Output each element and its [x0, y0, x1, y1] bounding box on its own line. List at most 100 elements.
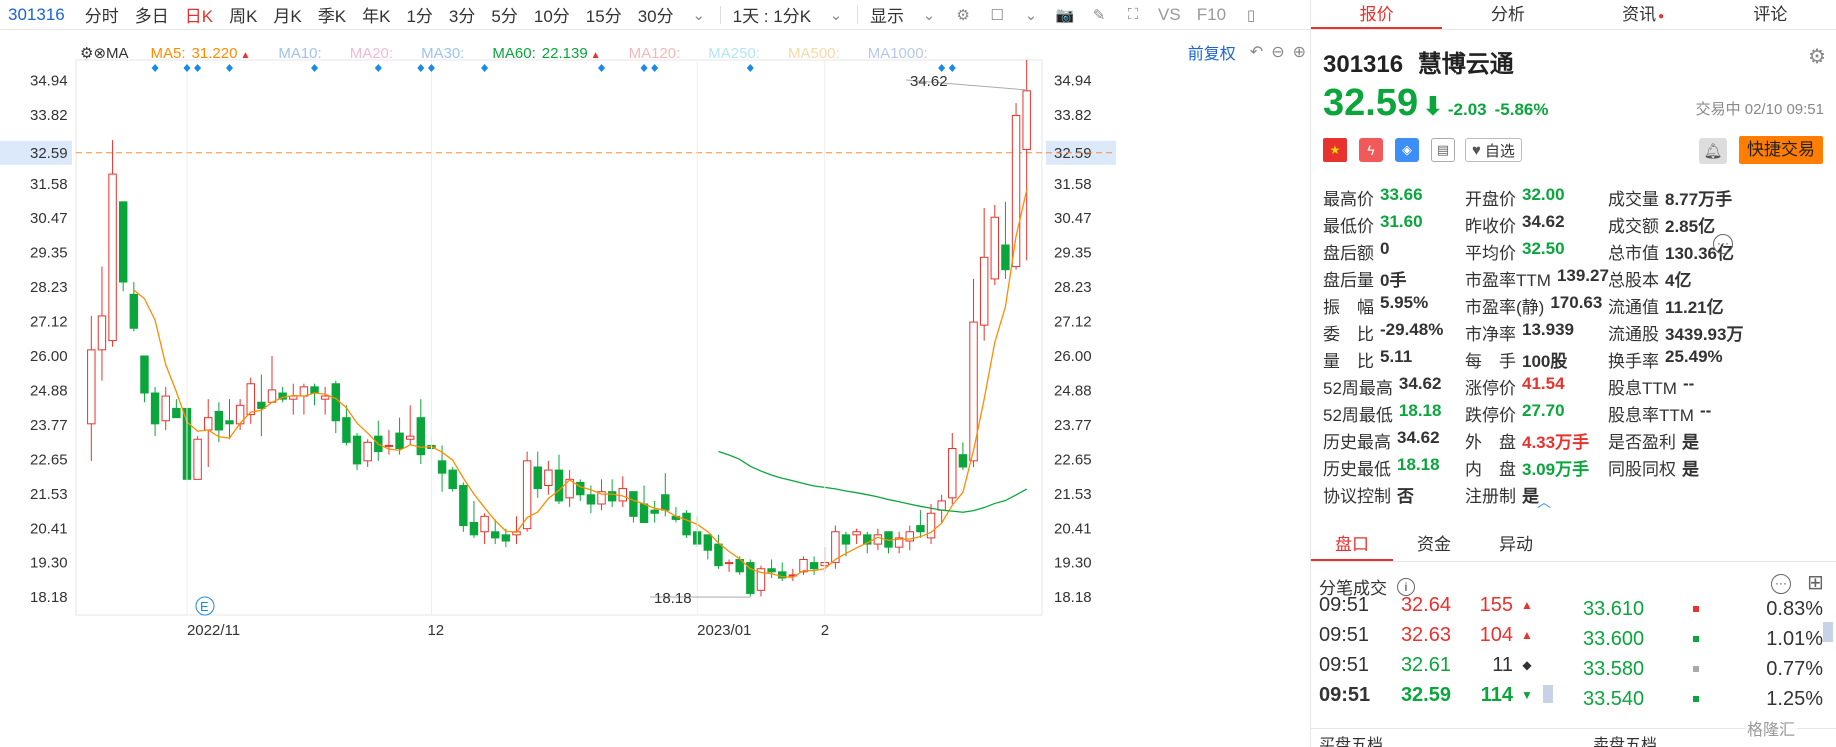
multi-period-select[interactable]: 1天 : 1分K — [725, 2, 819, 27]
period-tab[interactable]: 年K — [354, 2, 398, 27]
chevron-down-icon[interactable]: ⌄ — [825, 4, 847, 26]
candle-down — [841, 534, 851, 545]
tick-price: 32.63 — [1400, 623, 1451, 646]
add-watchlist-button[interactable]: ♥ 自选 — [1465, 138, 1522, 162]
stat-row: 盘后额 0 平均价 32.50 总市值 130.36亿 — [1323, 238, 1833, 265]
candle-down — [703, 534, 713, 551]
stock-code[interactable]: 301316 — [0, 5, 77, 25]
stat-label: 市盈率TTM — [1465, 271, 1551, 290]
more-icon[interactable]: ··· — [1771, 574, 1791, 594]
event-marker-icon[interactable] — [374, 64, 382, 72]
period-tab[interactable]: 5分 — [483, 2, 525, 27]
stat-label: 涨停价 — [1465, 379, 1516, 398]
trade-status: 交易中 02/10 09:51 — [1695, 101, 1824, 118]
more-icon[interactable]: ··· — [1713, 234, 1733, 254]
period-tab[interactable]: 3分 — [441, 2, 483, 27]
fullscreen-icon[interactable]: ⛶ — [1122, 4, 1144, 26]
candle-down — [958, 454, 968, 468]
y-tick-label: 31.58 — [1054, 176, 1092, 193]
period-tab[interactable]: 日K — [177, 2, 221, 27]
camera-icon[interactable]: 📷 — [1054, 4, 1076, 26]
scrollbar[interactable] — [1823, 622, 1833, 642]
pencil-icon[interactable]: ✎ — [1088, 4, 1110, 26]
chevron-down-icon[interactable]: ⌄ — [688, 4, 710, 26]
y-tick-label: 20.41 — [30, 520, 68, 537]
kline-chart[interactable]: 34.94 34.9433.82 33.8232.59 32.5931.58 31.58… — [0, 30, 1300, 747]
subtab[interactable]: 异动 — [1475, 528, 1557, 561]
x-tick-label: 12 — [427, 622, 444, 639]
tab-analysis[interactable]: 分析 — [1442, 0, 1573, 29]
period-tab[interactable]: 30分 — [630, 2, 682, 27]
event-marker-icon[interactable] — [427, 64, 435, 72]
event-marker-icon[interactable] — [651, 64, 659, 72]
stock-name: 慧博云通 — [1417, 51, 1514, 78]
tab-comments[interactable]: 评论 — [1705, 0, 1836, 29]
event-marker-icon[interactable] — [311, 64, 319, 72]
ticks-area: 09:51 32.64 155 ▲ 09:51 32.63 104 ▲ 09:51 … — [1311, 596, 1836, 716]
stat-cell: 昨收价 34.62 — [1465, 212, 1608, 237]
stat-value: 33.66 — [1380, 185, 1423, 204]
stat-value: 100股 — [1522, 352, 1568, 371]
event-marker-icon[interactable] — [183, 64, 191, 72]
plot-frame — [75, 59, 1043, 616]
stat-label: 盘后额 — [1323, 244, 1374, 263]
info-icon[interactable]: i — [1397, 577, 1415, 596]
event-marker-icon[interactable] — [948, 64, 956, 72]
event-marker-icon[interactable] — [640, 64, 648, 72]
candle-up — [1022, 90, 1031, 150]
stat-value: 是 — [1682, 433, 1699, 452]
subtab[interactable]: 资金 — [1393, 528, 1475, 561]
event-marker-icon[interactable] — [194, 64, 202, 72]
stat-row: 委 比 -29.48% 市净率 13.939 流通股 3439.93万 — [1323, 319, 1833, 346]
layout-icon[interactable]: ⊞ — [1807, 570, 1824, 595]
settings-icon[interactable]: ⚙ — [1808, 44, 1826, 69]
period-tab[interactable]: 分时 — [77, 2, 127, 27]
square-icon[interactable]: ☐ — [986, 4, 1008, 26]
note-icon[interactable]: ▤ — [1431, 138, 1455, 162]
china-flag-icon[interactable]: ★ — [1323, 138, 1347, 162]
display-menu[interactable]: 显示 — [862, 2, 912, 27]
candle-down — [607, 491, 617, 502]
tab-news[interactable]: 资讯 ● — [1574, 0, 1705, 29]
event-marker-icon[interactable] — [481, 64, 489, 72]
event-marker-icon[interactable] — [225, 64, 233, 72]
event-marker-icon[interactable] — [151, 64, 159, 72]
period-tab[interactable]: 10分 — [526, 2, 578, 27]
x-tick-label: 2022/11 — [187, 622, 240, 639]
bell-icon[interactable]: 🔔︎ — [1699, 138, 1727, 164]
stat-value: 3439.93万 — [1665, 325, 1744, 344]
period-tab[interactable]: 周K — [221, 2, 265, 27]
stat-cell: 同股同权是 — [1608, 455, 1758, 480]
lightning-icon[interactable]: ϟ — [1359, 138, 1383, 162]
quick-trade-button[interactable]: 快捷交易 — [1739, 136, 1823, 164]
period-tab[interactable]: 15分 — [578, 2, 630, 27]
event-marker-icon[interactable] — [598, 64, 606, 72]
y-tick-label: 19.30 — [1054, 555, 1092, 572]
chevron-down-icon[interactable]: ⌄ — [918, 4, 940, 26]
period-tab[interactable]: 1分 — [398, 2, 440, 27]
ma60-line — [718, 450, 1028, 513]
y-tick-label: 32.59 — [30, 145, 68, 162]
event-marker-icon[interactable] — [417, 64, 425, 72]
scrollbar[interactable] — [1543, 685, 1553, 703]
f10-button[interactable]: F10 — [1189, 5, 1234, 25]
tab-quote[interactable]: 报价 — [1311, 0, 1443, 29]
collapse-icon[interactable]: ︿ — [1537, 492, 1551, 512]
panel-toggle-icon[interactable]: ▯ — [1240, 4, 1262, 26]
stat-cell: 总市值 130.36亿 — [1608, 239, 1758, 264]
subtab[interactable]: 盘口 — [1311, 528, 1393, 561]
depth-bar — [1693, 636, 1699, 642]
stat-value: -- — [1699, 401, 1712, 420]
period-tab[interactable]: 月K — [265, 2, 309, 27]
tick-row: 09:51 32.64 155 ▲ — [1311, 596, 1541, 620]
watchlist-label: 自选 — [1484, 142, 1515, 160]
settings-icon[interactable]: ⚙ — [952, 4, 974, 26]
period-tab[interactable]: 多日 — [127, 2, 177, 27]
stat-label: 52周最高 — [1323, 379, 1393, 398]
event-marker-icon[interactable] — [938, 64, 946, 72]
event-marker-icon[interactable] — [746, 64, 754, 72]
chevron-down-icon[interactable]: ⌄ — [1020, 4, 1042, 26]
period-tab[interactable]: 季K — [310, 2, 354, 27]
tag-icon[interactable]: ◈ — [1395, 138, 1419, 162]
vs-button[interactable]: VS — [1150, 5, 1189, 25]
